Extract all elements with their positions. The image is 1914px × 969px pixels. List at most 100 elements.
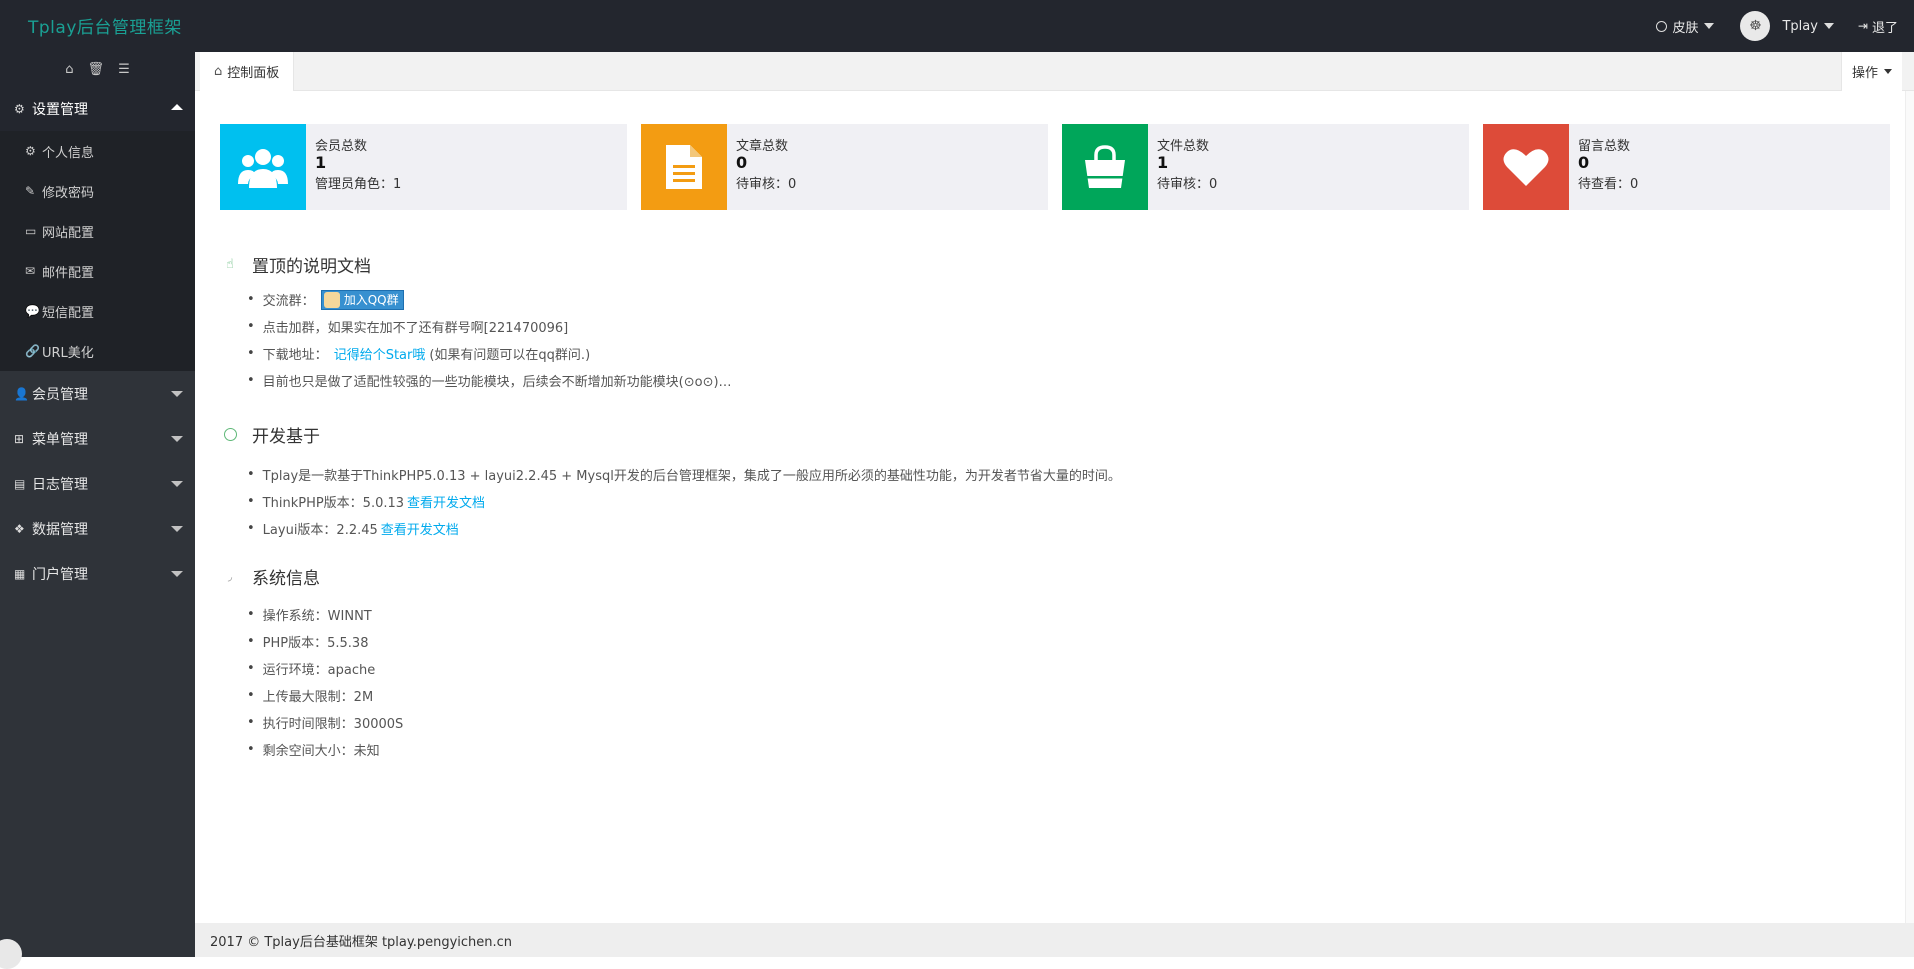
section-based-on: 开发基于 Tplay是一款基于ThinkPHP5.0.13 + layui2.2… xyxy=(220,421,1121,542)
download-label: 下载地址： xyxy=(262,348,328,363)
sidebar-group-settings[interactable]: ⚙ 设置管理 xyxy=(0,86,195,131)
stat-subtext: 待审核：0 xyxy=(1157,177,1218,192)
scrollbar[interactable] xyxy=(1905,91,1914,931)
list-item: 运行环境：apache xyxy=(247,655,403,682)
section-title: 系统信息 xyxy=(252,568,320,589)
gear-icon: ⚙ xyxy=(25,144,36,158)
user-icon: 👤 xyxy=(14,386,29,401)
logout-button[interactable]: ⇥ 退了 xyxy=(1846,17,1914,36)
sidebar-item-label: 邮件配置 xyxy=(42,265,95,281)
home-icon[interactable]: ⌂ xyxy=(65,62,73,77)
sidebar-group-logs[interactable]: ▤ 日志管理 xyxy=(0,461,195,506)
sidebar-group-menus[interactable]: ⊞ 菜单管理 xyxy=(0,416,195,461)
user-name: Tplay xyxy=(1782,18,1818,34)
operations-menu[interactable]: 操作 xyxy=(1840,52,1902,91)
system-list: 操作系统：WINNT PHP版本：5.5.38 运行环境：apache 上传最大… xyxy=(247,601,404,763)
stat-subtext: 待查看：0 xyxy=(1578,177,1639,192)
tab-label: 控制面板 xyxy=(227,66,280,81)
sign-out-icon: ⇥ xyxy=(1857,19,1868,33)
list-item: 执行时间限制：30000S xyxy=(247,709,404,736)
sidebar-item-label: 网站配置 xyxy=(42,225,95,241)
join-qq-label: 加入QQ群 xyxy=(343,293,399,307)
avatar: ☸ xyxy=(1740,11,1771,41)
book-icon: ▤ xyxy=(14,476,26,491)
stat-card-messages: 留言总数 0 待查看：0 xyxy=(1483,124,1890,210)
layui-docs-link[interactable]: 查看开发文档 xyxy=(381,519,459,538)
sidebar-item-password[interactable]: ✎ 修改密码 xyxy=(0,171,195,211)
header-actions: 皮肤 ☸ Tplay ⇥ 退了 xyxy=(1644,0,1914,52)
section-system-info: ◞ 系统信息 操作系统：WINNT PHP版本：5.5.38 运行环境：apac… xyxy=(220,563,403,763)
join-qq-button[interactable]: 加入QQ群 xyxy=(320,289,404,310)
sidebar-corner-button[interactable] xyxy=(0,939,22,969)
stat-subtext: 管理员角色：1 xyxy=(315,177,402,192)
sidebar-item-label: URL美化 xyxy=(42,345,94,361)
top-header: Tplay后台管理框架 皮肤 ☸ Tplay ⇥ 退了 xyxy=(0,0,1914,52)
caret-down-icon xyxy=(171,391,183,397)
list-item: ThinkPHP版本：5.0.13 查看开发文档 xyxy=(247,488,1121,515)
menu-icon[interactable]: ☰ xyxy=(118,62,130,77)
star-link[interactable]: 记得给个Star哦 xyxy=(334,344,426,363)
document-icon xyxy=(641,124,727,210)
stat-title: 会员总数 xyxy=(315,139,368,154)
users-icon xyxy=(220,124,306,210)
sidebar-item-profile[interactable]: ⚙ 个人信息 xyxy=(0,131,195,171)
sidebar-tools: ⌂ 🗑 ☰ xyxy=(0,52,195,86)
sidebar-group-label: 菜单管理 xyxy=(32,431,88,448)
gears-icon: ⚙ xyxy=(14,101,25,116)
skin-menu[interactable]: 皮肤 xyxy=(1644,17,1726,36)
sidebar: ⌂ 🗑 ☰ ⚙ 设置管理 ⚙ 个人信息 ✎ 修改密码 ▭ 网站配置 ✉ 邮件配置… xyxy=(0,52,195,969)
section-title: 置顶的说明文档 xyxy=(252,256,371,277)
stat-count: 1 xyxy=(315,153,327,172)
sidebar-group-label: 会员管理 xyxy=(32,386,88,403)
sidebar-group-members[interactable]: 👤 会员管理 xyxy=(0,371,195,416)
sidebar-item-mail-config[interactable]: ✉ 邮件配置 xyxy=(0,251,195,291)
qq-group-icon xyxy=(323,291,340,308)
list-item: 下载地址： 记得给个Star哦 (如果有问题可以在qq群问.) xyxy=(247,340,732,367)
stat-card-files: 文件总数 1 待审核：0 xyxy=(1062,124,1469,210)
section-header: 开发基于 xyxy=(220,421,1121,447)
list-item: 剩余空间大小：未知 xyxy=(247,736,403,763)
list-item: 操作系统：WINNT xyxy=(247,601,403,628)
app-logo[interactable]: Tplay后台管理框架 xyxy=(28,13,182,38)
sidebar-item-site-config[interactable]: ▭ 网站配置 xyxy=(0,211,195,251)
caret-down-icon xyxy=(1704,23,1715,29)
circle-icon xyxy=(1656,20,1668,32)
docs-list: 交流群： 加入QQ群 点击加群，如果实在加不了还有群号啊[221470096] … xyxy=(247,286,732,394)
comment-icon: 💬 xyxy=(25,304,40,318)
trash-icon[interactable]: 🗑 xyxy=(88,62,105,77)
caret-down-icon xyxy=(171,571,183,577)
list-item: Tplay是一款基于ThinkPHP5.0.13 + layui2.2.45 +… xyxy=(247,461,1121,488)
caret-down-icon xyxy=(171,481,183,487)
section-title: 开发基于 xyxy=(252,426,320,447)
sitemap-icon: ⊞ xyxy=(14,431,25,446)
edit-icon: ✎ xyxy=(25,184,36,198)
user-menu[interactable]: ☸ Tplay xyxy=(1726,11,1845,41)
link-icon: 🔗 xyxy=(25,344,40,358)
list-item: PHP版本：5.5.38 xyxy=(247,628,403,655)
footer: 2017 © Tplay后台基础框架 tplay.pengyichen.cn xyxy=(195,923,1914,957)
sidebar-item-sms-config[interactable]: 💬 短信配置 xyxy=(0,291,195,331)
caret-down-icon xyxy=(171,436,183,442)
sidebar-group-data[interactable]: ❖ 数据管理 xyxy=(0,506,195,551)
stat-title: 文章总数 xyxy=(736,139,789,154)
list-item: 上传最大限制：2M xyxy=(247,682,403,709)
thinkphp-version: ThinkPHP版本：5.0.13 xyxy=(262,496,405,511)
settings-submenu: ⚙ 个人信息 ✎ 修改密码 ▭ 网站配置 ✉ 邮件配置 💬 短信配置 🔗 URL… xyxy=(0,131,195,371)
sidebar-group-label: 设置管理 xyxy=(32,101,88,118)
caret-down-icon xyxy=(1823,23,1834,29)
spinner-icon: ◞ xyxy=(227,569,233,583)
section-header: ☝ 置顶的说明文档 xyxy=(220,251,732,277)
section-header: ◞ 系统信息 xyxy=(220,563,403,589)
hand-icon: ☝ xyxy=(226,256,234,272)
sidebar-item-url-rewrite[interactable]: 🔗 URL美化 xyxy=(0,331,195,371)
tab-dashboard[interactable]: ⌂ 控制面板 xyxy=(200,52,295,91)
home-icon: ⌂ xyxy=(214,64,223,79)
sidebar-group-portal[interactable]: ▦ 门户管理 xyxy=(0,551,195,596)
thinkphp-docs-link[interactable]: 查看开发文档 xyxy=(407,492,485,511)
section-docs: ☝ 置顶的说明文档 交流群： 加入QQ群 点击加群，如果实在加不了还有群号啊[2… xyxy=(220,251,732,394)
stat-card-members: 会员总数 1 管理员角色：1 xyxy=(220,124,627,210)
list-item: 点击加群，如果实在加不了还有群号啊[221470096] xyxy=(247,313,732,340)
circle-icon xyxy=(220,427,240,441)
skin-label: 皮肤 xyxy=(1672,20,1699,36)
sidebar-group-label: 数据管理 xyxy=(32,521,88,538)
